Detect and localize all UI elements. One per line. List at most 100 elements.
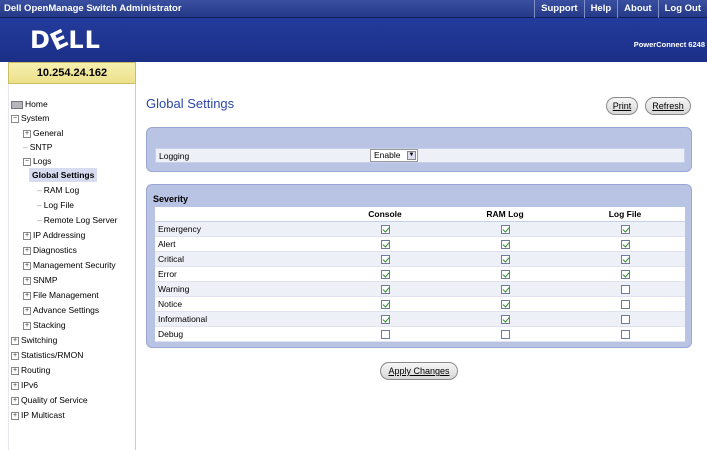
table-row: Emergency [155,221,685,237]
help-link[interactable]: Help [583,0,618,18]
log-file-checkbox[interactable] [620,329,630,339]
expand-icon[interactable]: + [23,291,31,300]
console-checkbox[interactable] [380,269,390,279]
severity-level-label: Informational [155,311,325,327]
table-cell [445,311,565,327]
ram-log-checkbox[interactable] [500,239,510,249]
ram-log-checkbox[interactable] [500,269,510,279]
table-cell [325,281,445,297]
console-checkbox[interactable] [380,329,390,339]
sidebar-item-ip-multicast[interactable]: + IP Multicast [11,408,65,422]
print-button[interactable]: Print [606,97,638,115]
table-cell [565,251,685,267]
log-file-checkbox[interactable] [620,224,630,234]
console-checkbox[interactable] [380,299,390,309]
expand-icon[interactable]: + [23,261,31,270]
sidebar-item-log-file[interactable]: – Log File [37,198,74,212]
sidebar-item-quality-of-service[interactable]: + Quality of Service [11,393,88,407]
sidebar-item-stacking[interactable]: + Stacking [23,318,66,332]
ip-address-display: 10.254.24.162 [8,62,136,84]
collapse-icon[interactable]: − [11,114,19,123]
table-row: Informational [155,311,685,327]
sidebar-item-snmp[interactable]: + SNMP [23,273,58,287]
severity-level-label: Error [155,266,325,282]
severity-title: Severity [153,194,189,204]
log-file-checkbox[interactable] [620,254,630,264]
console-checkbox[interactable] [380,224,390,234]
sidebar-item-diagnostics[interactable]: + Diagnostics [23,243,77,257]
refresh-button[interactable]: Refresh [645,97,691,115]
sidebar-item-advance-settings[interactable]: + Advance Settings [23,303,99,317]
sidebar-item-label: Global Settings [32,170,95,180]
severity-table-body: Emergency Alert Critical Error Warning Notice… [155,221,685,342]
support-link[interactable]: Support [534,0,583,18]
log-out-link[interactable]: Log Out [657,0,707,18]
sidebar-item-ram-log[interactable]: – RAM Log [37,183,79,197]
console-checkbox[interactable] [380,284,390,294]
console-checkbox[interactable] [380,314,390,324]
collapse-icon[interactable]: − [23,157,31,166]
sidebar-item-global-settings[interactable]: Global Settings [29,168,98,182]
sidebar-item-management-security[interactable]: + Management Security [23,258,116,272]
severity-table: Console RAM Log Log File Emergency Alert C… [155,207,685,342]
ram-log-checkbox[interactable] [500,284,510,294]
expand-icon[interactable]: + [11,396,19,405]
severity-level-label: Notice [155,296,325,312]
expand-icon[interactable]: + [23,276,31,285]
severity-level-label: Critical [155,251,325,267]
table-row: Critical [155,251,685,267]
sidebar-item-general[interactable]: + General [23,126,63,140]
app-title: Dell OpenManage Switch Administrator [4,3,182,14]
expand-icon[interactable]: + [23,246,31,255]
expand-icon[interactable]: + [23,231,31,240]
about-link[interactable]: About [617,0,657,18]
sidebar-item-label: SNMP [33,275,58,285]
table-cell [445,281,565,297]
table-row: Alert [155,236,685,252]
sidebar-item-ip-addressing[interactable]: + IP Addressing [23,228,85,242]
table-cell [325,251,445,267]
logging-select[interactable]: Enable ▼ [370,149,418,162]
sidebar-item-logs[interactable]: − Logs [23,154,51,168]
table-cell [325,311,445,327]
expand-icon[interactable]: + [23,306,31,315]
log-file-checkbox[interactable] [620,269,630,279]
sidebar-item-switching[interactable]: + Switching [11,333,57,347]
ram-log-checkbox[interactable] [500,329,510,339]
ram-log-checkbox[interactable] [500,224,510,234]
sidebar-item-label: Home [25,99,48,109]
model-name: PowerConnect 6248 [633,40,705,49]
expand-icon[interactable]: + [23,129,31,138]
expand-icon[interactable]: + [23,321,31,330]
sidebar-item-routing[interactable]: + Routing [11,363,50,377]
ram-log-checkbox[interactable] [500,254,510,264]
expand-icon[interactable]: + [11,336,19,345]
sidebar-item-system[interactable]: − System [11,111,49,125]
sidebar-item-ipv6[interactable]: + IPv6 [11,378,38,392]
expand-icon[interactable]: + [11,381,19,390]
log-file-checkbox[interactable] [620,239,630,249]
sidebar-item-statistics-rmon[interactable]: + Statistics/RMON [11,348,83,362]
sidebar-item-sntp[interactable]: – SNTP [23,140,52,154]
sidebar-item-remote-log-server[interactable]: – Remote Log Server [37,213,117,227]
console-checkbox[interactable] [380,239,390,249]
sidebar-item-label: Stacking [33,320,66,330]
top-bar: Dell OpenManage Switch Administrator Sup… [0,0,707,18]
log-file-checkbox[interactable] [620,299,630,309]
console-checkbox[interactable] [380,254,390,264]
table-cell [565,266,685,282]
sidebar-item-file-management[interactable]: + File Management [23,288,99,302]
ram-log-checkbox[interactable] [500,314,510,324]
expand-icon[interactable]: + [11,366,19,375]
sidebar-item-home[interactable]: Home [11,97,48,111]
log-file-checkbox[interactable] [620,314,630,324]
table-cell [565,326,685,342]
logging-panel: Logging Enable ▼ [146,127,692,172]
expand-icon[interactable]: + [11,351,19,360]
apply-changes-button[interactable]: Apply Changes [380,362,458,380]
sidebar-item-label: General [33,128,64,138]
ram-log-checkbox[interactable] [500,299,510,309]
expand-icon[interactable]: + [11,411,19,420]
log-file-checkbox[interactable] [620,284,630,294]
sidebar-item-label: Quality of Service [21,395,88,405]
